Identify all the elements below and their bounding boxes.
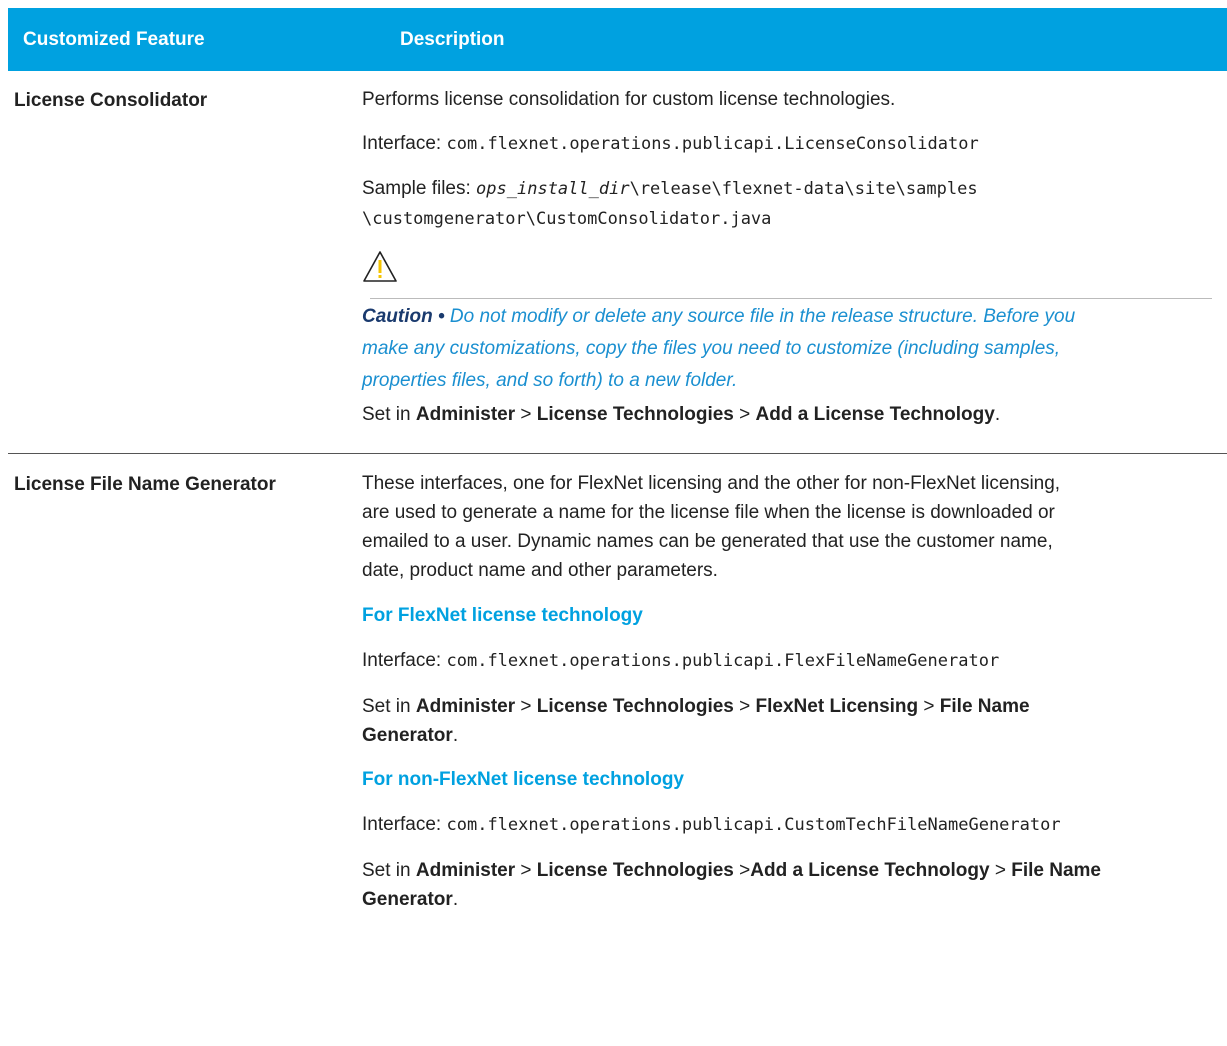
set-in-line: Set in Administer > License Technologies… bbox=[362, 404, 1001, 425]
interface-value-non-flexnet: com.flexnet.operations.publicapi.CustomT… bbox=[446, 815, 1061, 835]
subheading-non-flexnet: For non-FlexNet license technology bbox=[362, 769, 684, 790]
sample-files-line-2: \customgenerator\CustomConsolidator.java bbox=[362, 204, 1212, 234]
description-line-1: These interfaces, one for FlexNet licens… bbox=[362, 473, 1061, 494]
caution-note: Caution • Do not modify or delete any so… bbox=[362, 302, 1212, 395]
description-line-3: emailed to a user. Dynamic names can be … bbox=[362, 531, 1053, 552]
interface-value: com.flexnet.operations.publicapi.License… bbox=[446, 134, 979, 154]
caution-line-1: Caution • Do not modify or delete any so… bbox=[362, 302, 1212, 331]
interface-label: Interface: bbox=[362, 133, 447, 154]
sample-path-2: \customgenerator\CustomConsolidator.java bbox=[362, 209, 772, 229]
description-text: Performs license consolidation for custo… bbox=[362, 89, 896, 110]
interface-line: Interface: com.flexnet.operations.public… bbox=[362, 129, 1212, 159]
header-customized-feature: Customized Feature bbox=[23, 29, 205, 50]
subheading-flexnet: For FlexNet license technology bbox=[362, 605, 643, 626]
menu-add-license-technology: Add a License Technology bbox=[755, 404, 995, 425]
sample-label: Sample files: bbox=[362, 178, 477, 199]
set-in-line-non-flexnet: Set in Administer > License Technologies… bbox=[362, 860, 1101, 881]
menu-administer: Administer bbox=[415, 404, 516, 425]
row-description: These interfaces, one for FlexNet licens… bbox=[362, 469, 1212, 914]
menu-license-technologies: License Technologies bbox=[536, 404, 734, 425]
feature-license-consolidator: License Consolidator bbox=[14, 90, 208, 111]
row-divider bbox=[8, 453, 1227, 454]
feature-license-file-name-generator: License File Name Generator bbox=[14, 474, 276, 495]
sample-files-line: Sample files: ops_install_dir\release\fl… bbox=[362, 174, 1212, 204]
caution-text-1: Do not modify or delete any source file … bbox=[444, 306, 1076, 327]
sample-path-1: \release\flexnet-data\site\samples bbox=[629, 179, 978, 199]
warning-icon bbox=[363, 251, 397, 282]
set-in-line-flexnet: Set in Administer > License Technologies… bbox=[362, 696, 1030, 717]
interface-line-non-flexnet: Interface: com.flexnet.operations.public… bbox=[362, 814, 1061, 835]
description-line-2: are used to generate a name for the lice… bbox=[362, 502, 1055, 523]
row-description: Performs license consolidation for custo… bbox=[362, 85, 1212, 234]
caution-line-2: make any customizations, copy the files … bbox=[362, 338, 1061, 359]
table-header: Customized Feature Description bbox=[8, 8, 1227, 71]
caution-label: Caution • bbox=[362, 306, 445, 327]
description-line-4: date, product name and other parameters. bbox=[362, 560, 718, 581]
header-description: Description bbox=[400, 29, 505, 50]
caution-line-3: properties files, and so forth) to a new… bbox=[362, 370, 738, 391]
interface-value-flexnet: com.flexnet.operations.publicapi.FlexFil… bbox=[446, 651, 1000, 671]
sample-dir: ops_install_dir bbox=[476, 179, 630, 199]
divider bbox=[370, 298, 1212, 299]
interface-line-flexnet: Interface: com.flexnet.operations.public… bbox=[362, 650, 1000, 671]
